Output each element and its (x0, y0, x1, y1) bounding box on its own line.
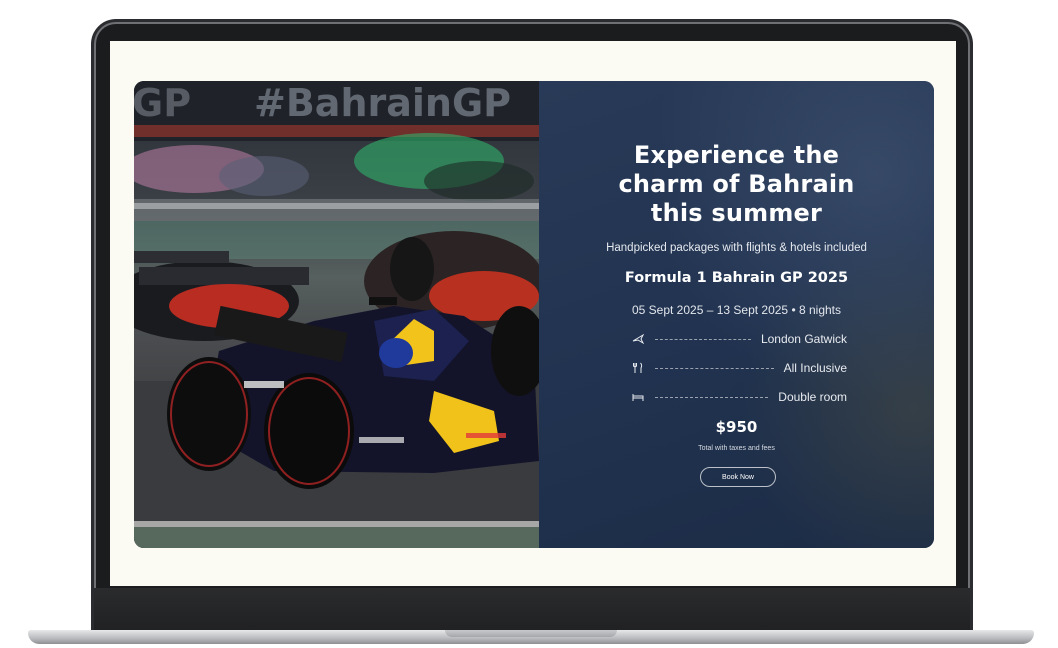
subtitle: Handpicked packages with flights & hotel… (606, 242, 867, 254)
offer-panel: Experience the charm of Bahrain this sum… (539, 81, 934, 548)
laptop-notch (445, 630, 617, 637)
banner-text: #BahrainGP (254, 81, 511, 125)
price: $950 (715, 418, 758, 436)
dashed-divider (655, 396, 769, 398)
dashed-divider (655, 338, 751, 340)
banner-left-text: GP (134, 81, 191, 125)
headline-line-2: charm of Bahrain (618, 170, 855, 198)
laptop-chin (94, 588, 970, 632)
feature-label: Double room (778, 390, 847, 404)
dashed-divider (655, 367, 774, 369)
headline-line-3: this summer (650, 199, 823, 227)
feature-board: All Inclusive (631, 360, 847, 376)
bed-icon (631, 390, 645, 404)
feature-label: All Inclusive (783, 361, 847, 375)
feature-room: Double room (631, 389, 847, 405)
price-note: Total with taxes and fees (698, 445, 775, 452)
headline-line-1: Experience the (633, 141, 840, 169)
feature-label: London Gatwick (760, 332, 847, 346)
headline: Experience the charm of Bahrain this sum… (539, 141, 934, 228)
trip-dates: 05 Sept 2025 – 13 Sept 2025 • 8 nights (631, 303, 842, 317)
promo-card: #BahrainGP GP Experience the charm of Ba… (134, 81, 934, 548)
book-now-button[interactable]: Book Now (700, 467, 776, 487)
laptop-mockup: #BahrainGP GP Experience the charm of Ba… (0, 0, 1058, 648)
utensils-icon (631, 361, 645, 375)
feature-departure: London Gatwick (631, 331, 847, 347)
f1-race-photo: #BahrainGP GP (134, 81, 539, 548)
plane-icon (631, 332, 645, 346)
event-name: Formula 1 Bahrain GP 2025 (624, 270, 849, 286)
